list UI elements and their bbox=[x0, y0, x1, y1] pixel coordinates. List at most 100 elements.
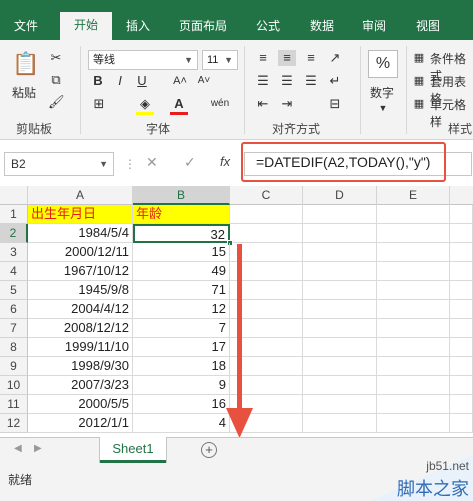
cell-age[interactable]: 17 bbox=[133, 338, 230, 357]
number-format-button[interactable]: 数字 bbox=[370, 84, 394, 101]
font-size-select[interactable]: 11 ▼ bbox=[202, 50, 238, 70]
empty-cell[interactable] bbox=[377, 338, 450, 357]
cut-icon[interactable]: ✂ bbox=[48, 50, 64, 66]
cell-birthdate[interactable]: 1967/10/12 bbox=[28, 262, 133, 281]
phonetic-icon[interactable]: wén bbox=[210, 96, 230, 112]
column-header-e[interactable]: E bbox=[377, 186, 450, 205]
row-header[interactable]: 3 bbox=[0, 243, 28, 262]
row-header[interactable]: 6 bbox=[0, 300, 28, 319]
copy-icon[interactable]: ⧉ bbox=[48, 72, 64, 88]
empty-cell[interactable] bbox=[450, 357, 473, 376]
cell-age[interactable]: 18 bbox=[133, 357, 230, 376]
row-header[interactable]: 12 bbox=[0, 414, 28, 433]
column-header-d[interactable]: D bbox=[303, 186, 377, 205]
cell-age[interactable]: 9 bbox=[133, 376, 230, 395]
align-right-icon[interactable]: ☰ bbox=[302, 73, 320, 89]
cell-age[interactable]: 16 bbox=[133, 395, 230, 414]
font-family-select[interactable]: 等线 ▼ bbox=[88, 50, 198, 70]
cell-age[interactable]: 15 bbox=[133, 243, 230, 262]
row-header[interactable]: 4 bbox=[0, 262, 28, 281]
cell-birthdate[interactable]: 2000/5/5 bbox=[28, 395, 133, 414]
empty-cell[interactable] bbox=[377, 395, 450, 414]
column-header-c[interactable]: C bbox=[230, 186, 303, 205]
paste-icon[interactable]: 📋 bbox=[12, 50, 39, 80]
align-bottom-icon[interactable]: ≡ bbox=[302, 50, 320, 66]
empty-cell[interactable] bbox=[450, 300, 473, 319]
empty-cell[interactable] bbox=[230, 224, 303, 243]
row-header[interactable]: 7 bbox=[0, 319, 28, 338]
empty-cell[interactable] bbox=[450, 262, 473, 281]
cell-birthdate[interactable]: 1945/9/8 bbox=[28, 281, 133, 300]
empty-cell[interactable] bbox=[303, 243, 377, 262]
empty-cell[interactable] bbox=[303, 205, 377, 224]
row-header[interactable]: 11 bbox=[0, 395, 28, 414]
empty-cell[interactable] bbox=[303, 338, 377, 357]
cell-birthdate[interactable]: 2008/12/12 bbox=[28, 319, 133, 338]
empty-cell[interactable] bbox=[377, 205, 450, 224]
bold-icon[interactable]: B bbox=[90, 73, 106, 89]
cell-age[interactable]: 71 bbox=[133, 281, 230, 300]
row-header[interactable]: 5 bbox=[0, 281, 28, 300]
empty-cell[interactable] bbox=[303, 300, 377, 319]
active-cell-age[interactable]: 32 bbox=[133, 224, 230, 243]
row-header[interactable]: 10 bbox=[0, 376, 28, 395]
cell-birthdate[interactable]: 1998/9/30 bbox=[28, 357, 133, 376]
empty-cell[interactable] bbox=[377, 414, 450, 433]
empty-cell[interactable] bbox=[377, 319, 450, 338]
tab-view[interactable]: 视图 bbox=[408, 15, 448, 40]
empty-cell[interactable] bbox=[377, 281, 450, 300]
paste-button[interactable]: 粘贴 bbox=[12, 84, 36, 101]
insert-function-icon[interactable]: fx bbox=[220, 154, 230, 169]
cell-birthdate[interactable]: 1984/5/4 bbox=[28, 224, 133, 243]
cell-age[interactable]: 49 bbox=[133, 262, 230, 281]
cell-birthdate[interactable]: 2012/1/1 bbox=[28, 414, 133, 433]
select-all-corner[interactable] bbox=[0, 186, 28, 205]
underline-icon[interactable]: U bbox=[134, 73, 150, 89]
empty-cell[interactable] bbox=[450, 319, 473, 338]
sheet-tab-sheet1[interactable]: Sheet1 bbox=[100, 437, 166, 463]
empty-cell[interactable] bbox=[450, 376, 473, 395]
cancel-icon[interactable]: ✕ bbox=[146, 154, 158, 171]
empty-cell[interactable] bbox=[377, 243, 450, 262]
cell-age[interactable]: 12 bbox=[133, 300, 230, 319]
cell-age[interactable]: 4 bbox=[133, 414, 230, 433]
row-header[interactable]: 1 bbox=[0, 205, 28, 224]
empty-cell[interactable] bbox=[303, 357, 377, 376]
empty-cell[interactable] bbox=[450, 243, 473, 262]
align-center-icon[interactable]: ☰ bbox=[278, 73, 296, 89]
empty-cell[interactable] bbox=[303, 262, 377, 281]
tab-file[interactable]: 文件 bbox=[6, 15, 46, 40]
empty-cell[interactable] bbox=[377, 262, 450, 281]
empty-cell[interactable] bbox=[377, 376, 450, 395]
header-cell-age[interactable]: 年龄 bbox=[133, 205, 230, 224]
cell-birthdate[interactable]: 2007/3/23 bbox=[28, 376, 133, 395]
align-middle-icon[interactable]: ≡ bbox=[278, 50, 296, 66]
empty-cell[interactable] bbox=[303, 414, 377, 433]
enter-icon[interactable]: ✓ bbox=[184, 154, 196, 171]
header-cell-birthdate[interactable]: 出生年月日 bbox=[28, 205, 133, 224]
wrap-text-icon[interactable]: ↵ bbox=[326, 73, 344, 89]
percent-icon[interactable]: % bbox=[368, 50, 398, 78]
empty-cell[interactable] bbox=[303, 281, 377, 300]
italic-icon[interactable]: I bbox=[112, 73, 128, 89]
empty-cell[interactable] bbox=[303, 395, 377, 414]
empty-cell[interactable] bbox=[303, 224, 377, 243]
align-left-icon[interactable]: ☰ bbox=[254, 73, 272, 89]
align-top-icon[interactable]: ≡ bbox=[254, 50, 272, 66]
format-painter-icon[interactable]: 🖌 bbox=[48, 94, 65, 110]
row-header[interactable]: 9 bbox=[0, 357, 28, 376]
empty-cell[interactable] bbox=[450, 338, 473, 357]
empty-cell[interactable] bbox=[450, 281, 473, 300]
cell-birthdate[interactable]: 1999/11/10 bbox=[28, 338, 133, 357]
scroll-prev-sheet-icon[interactable]: ◀ bbox=[14, 443, 22, 454]
increase-indent-icon[interactable]: ⇥ bbox=[278, 96, 296, 112]
empty-cell[interactable] bbox=[377, 300, 450, 319]
cell-age[interactable]: 7 bbox=[133, 319, 230, 338]
empty-cell[interactable] bbox=[450, 395, 473, 414]
column-header-a[interactable]: A bbox=[28, 186, 133, 205]
empty-cell[interactable] bbox=[303, 376, 377, 395]
merge-center-icon[interactable]: ⊟ bbox=[326, 96, 344, 112]
decrease-indent-icon[interactable]: ⇤ bbox=[254, 96, 272, 112]
empty-cell[interactable] bbox=[450, 224, 473, 243]
empty-cell[interactable] bbox=[377, 224, 450, 243]
